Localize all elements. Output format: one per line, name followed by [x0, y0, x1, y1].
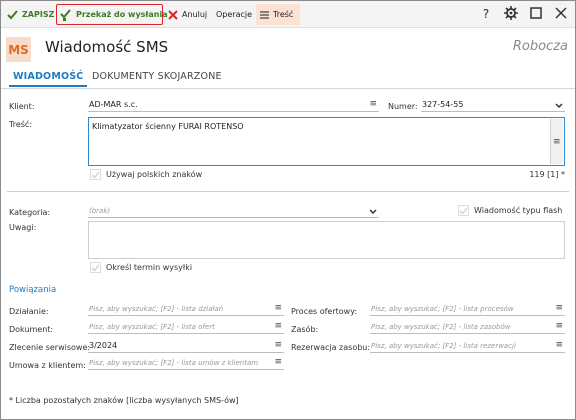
content-textarea[interactable]: Klimatyzator ścienny FURAI ROTENSO ≡ — [88, 117, 565, 166]
list-icon: ≡ — [553, 137, 561, 147]
service-order-field[interactable]: 3/2024 ≡ — [88, 340, 284, 353]
document-type-icon: MS — [6, 37, 31, 62]
chevron-down-icon[interactable] — [369, 205, 377, 217]
contract-placeholder: Pisz, aby wyszukać; [F2] - lista umów z … — [89, 359, 259, 367]
document-label: Dokument: — [9, 325, 54, 334]
send-button-label: Przekaż do wysłania — [76, 10, 168, 19]
reservation-label: Rezerwacja zasobu: — [291, 343, 371, 352]
list-icon[interactable]: ≡ — [369, 99, 377, 109]
category-label: Kategoria: — [9, 208, 51, 217]
close-icon[interactable] — [553, 6, 569, 22]
client-label: Klient: — [9, 102, 35, 111]
list-icon[interactable]: ≡ — [274, 321, 282, 331]
offer-process-placeholder: Pisz, aby wyszukać; [F2] - lista procesó… — [371, 305, 514, 313]
polish-chars-checkbox[interactable]: Używaj polskich znaków — [90, 169, 202, 180]
category-select[interactable]: (brak) — [88, 205, 379, 218]
number-label: Numer: — [388, 102, 418, 111]
number-value: 327-54-55 — [422, 100, 464, 109]
x-icon — [168, 9, 178, 20]
notes-label: Uwagi: — [9, 223, 37, 232]
content-tab-button[interactable]: Treść — [256, 4, 300, 25]
sms-window: ZAPISZ Przekaż do wysłania Anuluj Operac… — [0, 0, 576, 420]
polish-chars-label: Używaj polskich znaków — [106, 170, 203, 179]
offer-process-label: Proces ofertowy: — [291, 307, 358, 316]
notes-textarea[interactable] — [88, 221, 565, 259]
cancel-button[interactable]: Anuluj — [164, 4, 211, 25]
tab-bar: WIADOMOŚĆ DOKUMENTY SKOJARZONE — [1, 67, 575, 89]
checkbox-box[interactable] — [458, 205, 469, 216]
action-label: Działanie: — [9, 307, 49, 316]
check-icon — [7, 9, 18, 20]
flash-checkbox[interactable]: Wiadomość typu flash — [458, 205, 562, 216]
content-value: Klimatyzator ścienny FURAI ROTENSO — [92, 122, 244, 131]
operations-button-label: Operacje — [216, 10, 253, 19]
content-tab-label: Treść — [273, 10, 294, 19]
tab-linked-documents[interactable]: DOKUMENTY SKOJARZONE — [92, 71, 222, 82]
checkbox-box[interactable] — [90, 262, 101, 273]
cancel-button-label: Anuluj — [182, 10, 208, 19]
save-button[interactable]: ZAPISZ — [3, 4, 58, 25]
service-order-value: 3/2024 — [89, 341, 118, 350]
list-icon[interactable]: ≡ — [274, 357, 282, 367]
char-counter: 119 [1] * — [529, 170, 565, 179]
save-button-label: ZAPISZ — [22, 10, 55, 19]
offer-process-field[interactable]: Pisz, aby wyszukać; [F2] - lista procesó… — [370, 303, 565, 316]
contract-label: Umowa z klientem: — [9, 361, 86, 370]
footnote: * Liczba pozostałych znaków [liczba wysy… — [9, 396, 239, 405]
list-icon[interactable]: ≡ — [555, 340, 563, 350]
reservation-field[interactable]: Pisz, aby wyszukać; [F2] - lista rezerwa… — [370, 340, 565, 353]
resource-placeholder: Pisz, aby wyszukać; [F2] - lista zasobów — [371, 323, 511, 331]
square-icon[interactable] — [528, 6, 544, 22]
status-label: Robocza — [512, 39, 568, 54]
list-icon[interactable]: ≡ — [555, 321, 563, 331]
list-icon[interactable]: ≡ — [274, 303, 282, 313]
service-order-label: Zlecenie serwisowe: — [9, 343, 91, 352]
tab-message[interactable]: WIADOMOŚĆ — [8, 71, 88, 87]
reservation-placeholder: Pisz, aby wyszukać; [F2] - lista rezerwa… — [371, 342, 516, 350]
client-field[interactable]: AD-MAR s.c. ≡ — [88, 99, 379, 112]
list-icon — [260, 10, 269, 19]
document-placeholder: Pisz, aby wyszukać; [F2] - lista ofert — [89, 323, 215, 331]
schedule-label: Określ termin wysyłki — [106, 263, 193, 272]
resource-label: Zasób: — [291, 325, 319, 334]
question-icon[interactable]: ? — [478, 6, 494, 22]
window-controls: ? — [478, 6, 569, 22]
schedule-checkbox[interactable]: Określ termin wysyłki — [90, 262, 192, 273]
list-icon[interactable]: ≡ — [555, 303, 563, 313]
client-value: AD-MAR s.c. — [89, 100, 138, 109]
checkbox-box[interactable] — [90, 169, 101, 180]
action-field[interactable]: Pisz, aby wyszukać; [F2] - lista działań… — [88, 303, 284, 316]
send-button[interactable]: Przekaż do wysłania — [56, 4, 168, 25]
toolbar: ZAPISZ Przekaż do wysłania Anuluj Operac… — [1, 1, 575, 28]
document-field[interactable]: Pisz, aby wyszukać; [F2] - lista ofert ≡ — [88, 321, 284, 334]
action-placeholder: Pisz, aby wyszukać; [F2] - lista działań — [89, 305, 224, 313]
operations-button[interactable]: Operacje — [212, 4, 256, 25]
chevron-down-icon[interactable] — [555, 99, 563, 111]
list-icon[interactable]: ≡ — [274, 340, 282, 350]
resource-field[interactable]: Pisz, aby wyszukać; [F2] - lista zasobów… — [370, 321, 565, 334]
number-select[interactable]: 327-54-55 — [421, 99, 565, 112]
contract-field[interactable]: Pisz, aby wyszukać; [F2] - lista umów z … — [88, 357, 284, 370]
content-lookup[interactable]: ≡ — [550, 119, 563, 164]
category-placeholder: (brak) — [89, 207, 111, 215]
flash-label: Wiadomość typu flash — [474, 206, 563, 215]
gear-icon[interactable] — [503, 6, 519, 22]
send-check-icon — [60, 8, 72, 21]
page-title: Wiadomość SMS — [45, 38, 169, 56]
content-label: Treść: — [9, 120, 33, 129]
divider — [7, 191, 569, 192]
section-title: Powiązania — [9, 285, 57, 295]
